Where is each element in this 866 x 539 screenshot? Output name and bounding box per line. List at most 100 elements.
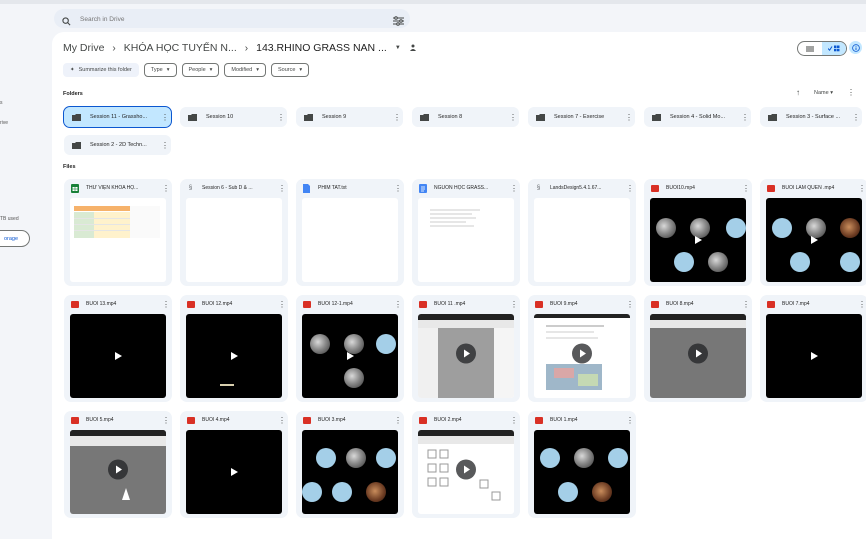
- file-card[interactable]: THƯ VIỆN KHÓA HỌ... ⋮: [64, 179, 172, 286]
- folder-item[interactable]: Session 4 - Solid Mo... ⋮: [644, 107, 751, 127]
- view-toggle: [797, 41, 847, 56]
- more-options-icon[interactable]: ⋮: [856, 184, 866, 193]
- more-options-icon[interactable]: ⋮: [160, 184, 172, 193]
- folder-item[interactable]: Session 3 - Surface ... ⋮: [760, 107, 862, 127]
- modified-filter-chip[interactable]: Modified ▾: [224, 63, 266, 77]
- list-view-button[interactable]: [798, 42, 822, 55]
- grid-view-button[interactable]: [822, 42, 846, 55]
- more-options-icon[interactable]: ⋮: [159, 141, 171, 150]
- video-icon: [186, 416, 195, 425]
- more-options-icon[interactable]: ⋮: [856, 300, 866, 309]
- file-name: BUOI 5.mp4: [86, 417, 114, 423]
- get-more-storage-button[interactable]: orage: [0, 230, 30, 247]
- more-options-icon[interactable]: ⋮: [847, 88, 855, 97]
- more-options-icon[interactable]: ⋮: [508, 184, 520, 193]
- more-options-icon[interactable]: ⋮: [739, 113, 751, 122]
- file-card[interactable]: BUOI 11 .mp4 ⋮: [412, 295, 520, 402]
- sidebar-fragment-1[interactable]: s: [0, 100, 3, 106]
- summarize-folder-button[interactable]: ✦ Summarize this folder: [63, 63, 139, 77]
- file-card[interactable]: BUOI LAM QUEN .mp4 ⋮: [760, 179, 866, 286]
- folder-name: Session 3 - Surface ...: [786, 114, 841, 120]
- more-options-icon[interactable]: ⋮: [276, 300, 288, 309]
- play-icon[interactable]: [114, 347, 122, 365]
- more-options-icon[interactable]: ⋮: [624, 300, 636, 309]
- file-card[interactable]: NGUỒN HỌC GRASS... ⋮: [412, 179, 520, 286]
- search-input[interactable]: [78, 12, 382, 26]
- participant-avatar: [316, 448, 336, 468]
- breadcrumb-current[interactable]: 143.RHINO GRASS NAN ...: [256, 42, 387, 54]
- info-icon[interactable]: [849, 41, 862, 54]
- play-icon[interactable]: [230, 463, 238, 481]
- more-options-icon[interactable]: ⋮: [507, 113, 519, 122]
- folder-item[interactable]: Session 2 - 2D Techn... ⋮: [64, 135, 171, 155]
- more-options-icon[interactable]: ⋮: [391, 113, 403, 122]
- more-options-icon[interactable]: ⋮: [392, 416, 404, 425]
- file-card[interactable]: PHIM TAT.txt ⋮: [296, 179, 404, 286]
- file-card[interactable]: BUOI 4.mp4 ⋮: [180, 411, 288, 518]
- type-filter-chip[interactable]: Type ▾: [143, 63, 177, 77]
- play-icon[interactable]: [687, 343, 709, 370]
- more-options-icon[interactable]: ⋮: [624, 184, 636, 193]
- folder-item[interactable]: Session 10 ⋮: [180, 107, 287, 127]
- play-icon[interactable]: [346, 347, 354, 365]
- sort-by-name-button[interactable]: Name ▾: [814, 90, 833, 96]
- participant-avatar: [574, 448, 594, 468]
- sort-direction-icon[interactable]: ↑: [796, 88, 800, 97]
- more-options-icon[interactable]: ⋮: [624, 416, 636, 425]
- play-icon[interactable]: [694, 231, 702, 249]
- more-options-icon[interactable]: ⋮: [508, 416, 520, 425]
- participant-avatar: [540, 448, 560, 468]
- breadcrumb-parent[interactable]: KHÓA HỌC TUYỂN N...: [124, 42, 237, 54]
- sort-label: Name: [814, 89, 829, 96]
- more-options-icon[interactable]: ⋮: [740, 184, 752, 193]
- more-options-icon[interactable]: ⋮: [159, 113, 171, 122]
- more-options-icon[interactable]: ⋮: [392, 300, 404, 309]
- file-card[interactable]: BUOI 12-1.mp4 ⋮: [296, 295, 404, 402]
- sidebar-fragment-2[interactable]: rive: [0, 120, 8, 126]
- search-options-icon[interactable]: [393, 13, 404, 31]
- more-options-icon[interactable]: ⋮: [740, 300, 752, 309]
- caret-down-icon[interactable]: ▼: [395, 45, 401, 51]
- play-icon[interactable]: [455, 459, 477, 486]
- video-thumbnail: [302, 430, 398, 514]
- play-icon[interactable]: [810, 231, 818, 249]
- file-card[interactable]: BUOI 1.mp4 ⋮: [528, 411, 636, 518]
- file-card[interactable]: BUOI 12.mp4 ⋮: [180, 295, 288, 402]
- file-card[interactable]: BUOI 9.mp4 ⋮: [528, 295, 636, 402]
- search-bar[interactable]: [54, 9, 410, 28]
- more-options-icon[interactable]: ⋮: [275, 113, 287, 122]
- file-card[interactable]: BUOI 7.mp4 ⋮: [760, 295, 866, 402]
- file-card[interactable]: § Session 6 - Sub D & ... ⋮: [180, 179, 288, 286]
- file-card[interactable]: BUOI 13.mp4 ⋮: [64, 295, 172, 402]
- file-card[interactable]: BUOI 5.mp4 ⋮: [64, 411, 172, 518]
- more-options-icon[interactable]: ⋮: [508, 300, 520, 309]
- play-icon[interactable]: [455, 343, 477, 370]
- more-options-icon[interactable]: ⋮: [623, 113, 635, 122]
- more-options-icon[interactable]: ⋮: [276, 184, 288, 193]
- breadcrumb-my-drive[interactable]: My Drive: [63, 42, 104, 54]
- more-options-icon[interactable]: ⋮: [276, 416, 288, 425]
- folder-item[interactable]: Session 8 ⋮: [412, 107, 519, 127]
- file-card[interactable]: BUOI10.mp4 ⋮: [644, 179, 752, 286]
- play-icon[interactable]: [107, 459, 129, 486]
- more-options-icon[interactable]: ⋮: [392, 184, 404, 193]
- file-card[interactable]: BUOI 3.mp4 ⋮: [296, 411, 404, 518]
- browser-top-edge: [0, 0, 866, 4]
- people-filter-chip[interactable]: People ▾: [181, 63, 220, 77]
- file-card[interactable]: § LandsDesign5.4.1.67... ⋮: [528, 179, 636, 286]
- more-options-icon[interactable]: ⋮: [160, 416, 172, 425]
- more-options-icon[interactable]: ⋮: [160, 300, 172, 309]
- filter-chips: ✦ Summarize this folder Type ▾ People ▾ Mod…: [63, 63, 310, 77]
- play-icon[interactable]: [230, 347, 238, 365]
- folder-item[interactable]: Session 7 - Exercise ⋮: [528, 107, 635, 127]
- folder-item[interactable]: Session 9 ⋮: [296, 107, 403, 127]
- search-icon[interactable]: [62, 13, 71, 31]
- more-options-icon[interactable]: ⋮: [850, 113, 862, 122]
- play-icon[interactable]: [810, 347, 818, 365]
- folder-item[interactable]: Session 11 - Grassho... ⋮: [63, 106, 172, 128]
- source-filter-chip[interactable]: Source ▾: [270, 63, 310, 77]
- play-icon[interactable]: [571, 343, 593, 370]
- file-card[interactable]: BUOI 8.mp4 ⋮: [644, 295, 752, 402]
- file-name: THƯ VIỆN KHÓA HỌ...: [86, 185, 139, 191]
- file-card[interactable]: BUOI 2.mp4 ⋮: [412, 411, 520, 518]
